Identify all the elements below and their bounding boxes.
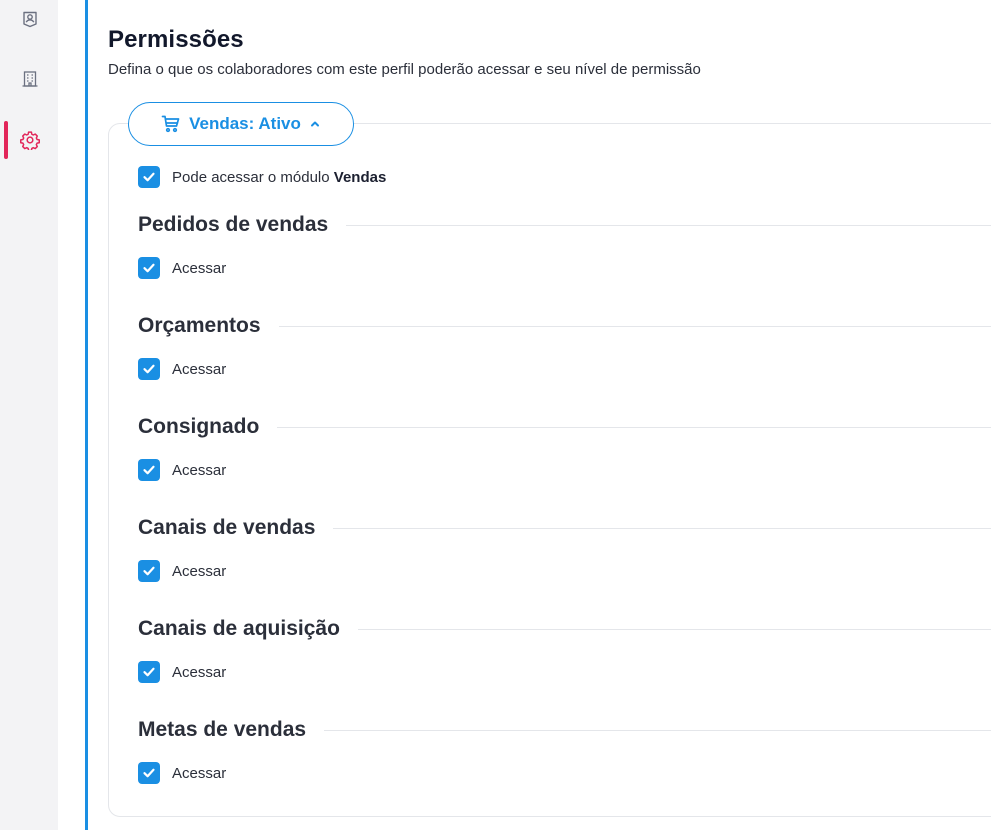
- check-icon: [143, 263, 155, 273]
- section-title-consignado: Consignado: [138, 414, 278, 440]
- checkbox-label: Acessar: [172, 259, 227, 277]
- section-access-row: Acessar: [138, 560, 226, 582]
- module-toggle-button[interactable]: Vendas: Ativo: [128, 102, 354, 146]
- module-access-checkbox[interactable]: [138, 166, 160, 188]
- module-access-name: Vendas: [333, 168, 387, 186]
- section-title-pedidos-de-vendas: Pedidos de vendas: [138, 212, 347, 238]
- check-icon: [143, 172, 155, 182]
- active-nav-indicator: [4, 121, 8, 159]
- canais-de-vendas-access-checkbox[interactable]: [138, 560, 160, 582]
- module-toggle-label: Vendas: Ativo: [189, 114, 301, 133]
- page-title: Permissões: [108, 26, 244, 53]
- section-access-row: Acessar: [138, 257, 226, 279]
- check-icon: [143, 566, 155, 576]
- gear-icon[interactable]: [19, 129, 41, 151]
- user-badge-icon[interactable]: [19, 8, 41, 30]
- checkbox-label: Acessar: [172, 764, 227, 782]
- page-subtitle: Defina o que os colaboradores com este p…: [108, 61, 701, 78]
- building-icon[interactable]: [19, 68, 41, 90]
- module-access-row: Pode acessar o módulo Vendas: [138, 166, 386, 188]
- sidebar: [0, 0, 58, 830]
- check-icon: [143, 364, 155, 374]
- checkbox-label: Acessar: [172, 360, 227, 378]
- canais-de-aquisicao-access-checkbox[interactable]: [138, 661, 160, 683]
- content-accent-line: [85, 0, 88, 830]
- section-access-row: Acessar: [138, 358, 226, 380]
- checkbox-label: Acessar: [172, 562, 227, 580]
- section-title-canais-de-aquisicao: Canais de aquisição: [138, 616, 358, 642]
- check-icon: [143, 768, 155, 778]
- module-access-label: Pode acessar o módulo Vendas: [172, 168, 387, 186]
- pedidos-de-vendas-access-checkbox[interactable]: [138, 257, 160, 279]
- checkbox-label: Acessar: [172, 663, 227, 681]
- shopping-cart-icon: [161, 115, 180, 133]
- section-access-row: Acessar: [138, 661, 226, 683]
- section-access-row: Acessar: [138, 762, 226, 784]
- section-title-metas-de-vendas: Metas de vendas: [138, 717, 325, 743]
- check-icon: [143, 667, 155, 677]
- checkbox-label: Acessar: [172, 461, 227, 479]
- metas-de-vendas-access-checkbox[interactable]: [138, 762, 160, 784]
- section-access-row: Acessar: [138, 459, 226, 481]
- chevron-up-icon: [310, 121, 319, 127]
- section-title-orcamentos: Orçamentos: [138, 313, 279, 339]
- consignado-access-checkbox[interactable]: [138, 459, 160, 481]
- section-title-canais-de-vendas: Canais de vendas: [138, 515, 334, 541]
- check-icon: [143, 465, 155, 475]
- orcamentos-access-checkbox[interactable]: [138, 358, 160, 380]
